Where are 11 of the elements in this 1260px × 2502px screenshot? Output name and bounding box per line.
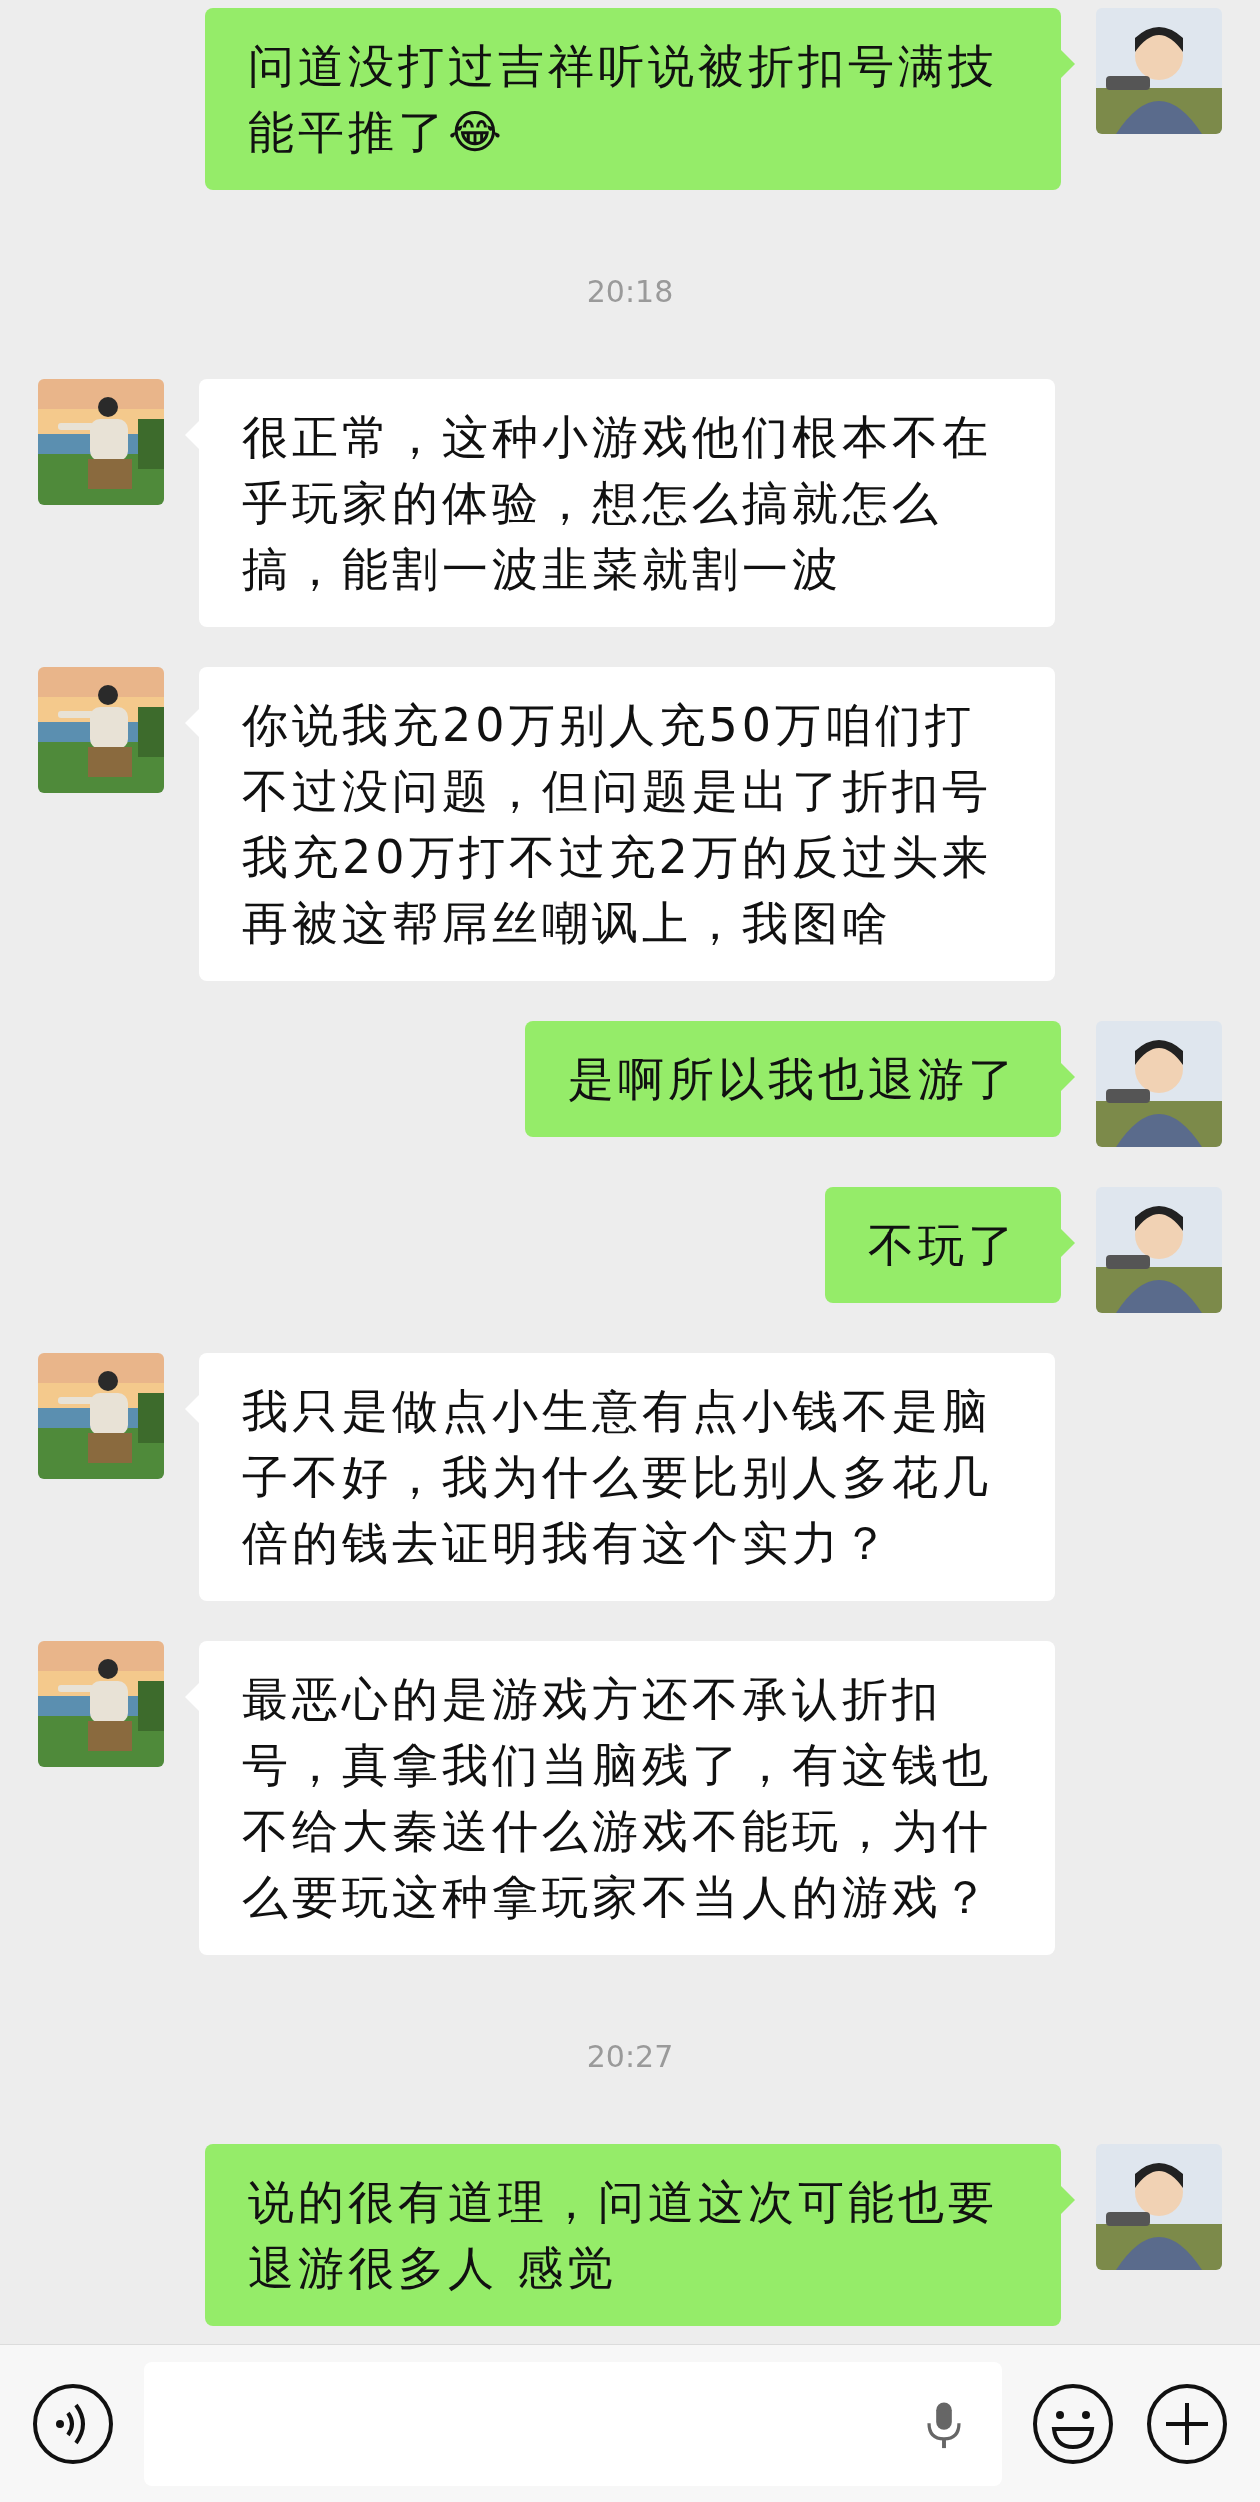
message-bubble: 不玩了	[825, 1187, 1061, 1303]
message-bubble: 最恶心的是游戏方还不承认折扣号，真拿我们当脑残了，有这钱也不给大秦送什么游戏不能玩，为什么要玩这种拿玩家不当人的游戏？	[199, 1641, 1055, 1955]
message-bubble: 很正常，这种小游戏他们根本不在乎玩家的体验，想怎么搞就怎么搞，能割一波韭菜就割一波	[199, 379, 1055, 627]
message-bubble: 是啊所以我也退游了	[525, 1021, 1061, 1137]
input-field[interactable]	[144, 2361, 1002, 2486]
message-bubble: 你说我充20万别人充50万咱们打不过没问题，但问题是出了折扣号我充20万打不过充2万的反过头来再被这帮屌丝嘲讽上，我图啥	[199, 667, 1055, 981]
message-bubble: 问道没打过吉祥听说被折扣号满技能平推了😂	[205, 8, 1061, 190]
message-bubble: 我只是做点小生意有点小钱不是脑子不好，我为什么要比别人多花几倍的钱去证明我有这个实力？	[199, 1353, 1055, 1601]
timestamp: 20:27	[586, 2039, 674, 2074]
message-bubble: 说的很有道理，问道这次可能也要退游很多人 感觉	[205, 2144, 1061, 2326]
timestamp: 20:18	[586, 274, 674, 309]
